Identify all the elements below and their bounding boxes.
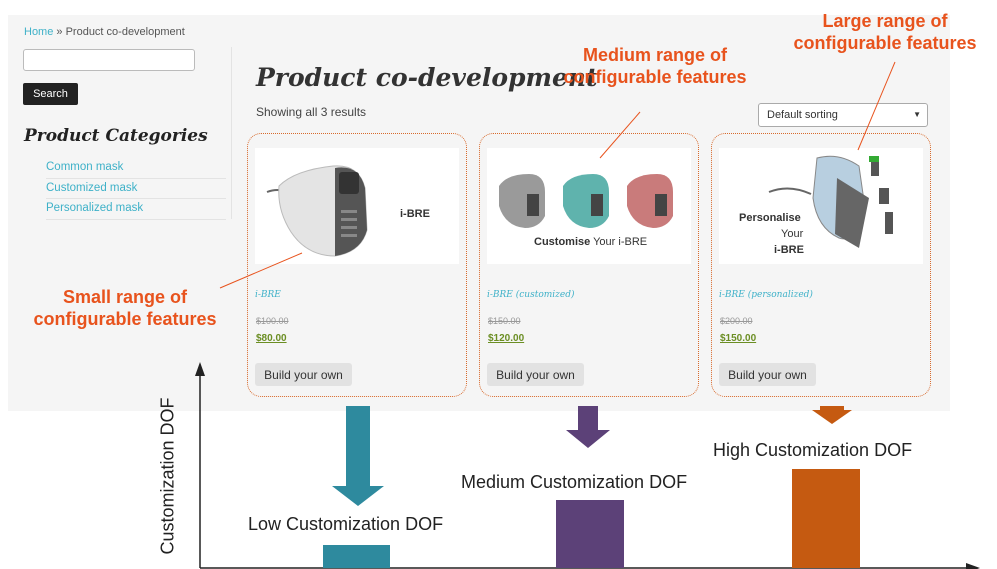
- high-dof-arrow: [812, 406, 852, 424]
- x-axis-arrowhead: [966, 563, 980, 569]
- high-dof-label: High Customization DOF: [713, 440, 913, 460]
- low-dof-bar: [323, 545, 390, 568]
- annotation-connector-medium: [599, 111, 641, 159]
- y-axis-arrowhead: [195, 362, 205, 376]
- low-dof-label: Low Customization DOF: [248, 514, 444, 534]
- medium-dof-bar: [556, 500, 624, 568]
- medium-dof-label: Medium Customization DOF: [461, 472, 688, 492]
- medium-dof-arrow: [566, 406, 610, 448]
- y-axis-label: Customization DOF: [157, 397, 178, 555]
- annotation-connector-large: [857, 61, 896, 151]
- annotation-connector-small: [219, 252, 303, 289]
- high-dof-bar: [792, 469, 860, 568]
- low-dof-arrow: [332, 406, 384, 506]
